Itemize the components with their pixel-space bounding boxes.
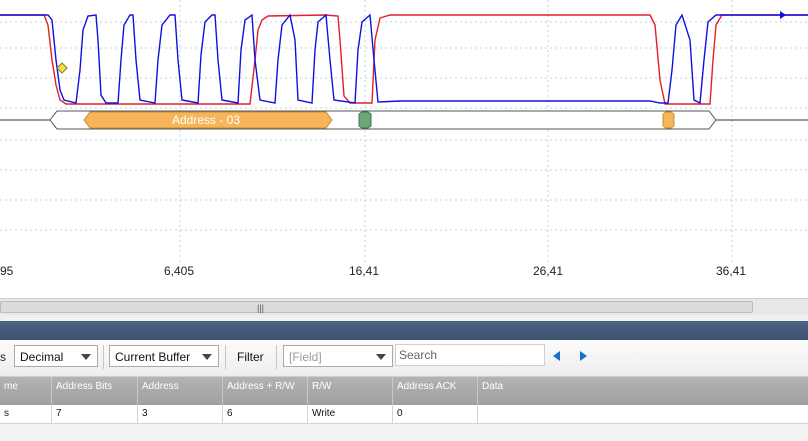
trigger-marker bbox=[56, 62, 68, 74]
column-header[interactable]: Data bbox=[478, 377, 808, 405]
table-header: me Address Bits Address Address + R/W R/… bbox=[0, 377, 808, 405]
waveform-view[interactable]: Address - 03 95 6,405 16,41 26,41 36,41 bbox=[0, 0, 808, 298]
chevron-down-icon bbox=[376, 354, 386, 360]
table-cell: 3 bbox=[138, 405, 223, 423]
table-cell: Write bbox=[308, 405, 393, 423]
field-select[interactable]: [Field] bbox=[283, 345, 393, 367]
column-header[interactable]: me bbox=[0, 377, 52, 405]
table-cell: 6 bbox=[223, 405, 308, 423]
address-label: Address - 03 bbox=[172, 113, 240, 127]
column-header[interactable]: R/W bbox=[308, 377, 393, 405]
column-header[interactable]: Address Bits bbox=[52, 377, 138, 405]
x-tick: 26,41 bbox=[533, 264, 564, 278]
x-tick: 16,41 bbox=[349, 264, 380, 278]
filter-button[interactable]: Filter bbox=[231, 345, 270, 367]
x-tick: 6,405 bbox=[164, 264, 195, 278]
table-cell bbox=[478, 405, 808, 423]
ack-marker bbox=[358, 111, 372, 129]
blue-trace bbox=[0, 13, 808, 105]
decoder-panel-header bbox=[0, 321, 808, 340]
column-header[interactable]: Address bbox=[138, 377, 223, 405]
x-tick: 95 bbox=[0, 264, 14, 278]
buffer-select[interactable]: Current Buffer bbox=[109, 345, 219, 367]
decode-lane bbox=[0, 110, 808, 130]
grip-icon: ||| bbox=[257, 303, 265, 313]
format-select-value: Decimal bbox=[20, 350, 64, 364]
x-tick: 36,41 bbox=[716, 264, 747, 278]
grid bbox=[0, 0, 808, 262]
toolbar-separator bbox=[225, 345, 226, 369]
table-cell: 7 bbox=[52, 405, 138, 423]
decoder-toolbar: s Decimal Current Buffer Filter [Field] bbox=[0, 340, 808, 377]
horizontal-scrollbar[interactable]: ||| bbox=[0, 298, 808, 316]
chevron-down-icon bbox=[81, 354, 91, 360]
decode-results-table: me Address Bits Address Address + R/W R/… bbox=[0, 377, 808, 441]
data-marker bbox=[662, 111, 675, 129]
triangle-right-icon[interactable] bbox=[580, 351, 587, 361]
format-select[interactable]: Decimal bbox=[14, 345, 98, 367]
toolbar-separator bbox=[276, 345, 277, 369]
search-input[interactable] bbox=[395, 344, 545, 366]
table-cell: s bbox=[0, 405, 52, 423]
triangle-left-icon[interactable] bbox=[553, 351, 560, 361]
scrollbar-thumb[interactable]: ||| bbox=[0, 301, 753, 313]
column-header[interactable]: Address ACK bbox=[393, 377, 478, 405]
column-header[interactable]: Address + R/W bbox=[223, 377, 308, 405]
field-select-value: [Field] bbox=[289, 350, 322, 364]
table-row[interactable]: s 7 3 6 Write 0 bbox=[0, 405, 808, 424]
chevron-down-icon bbox=[202, 354, 212, 360]
buffer-select-value: Current Buffer bbox=[115, 350, 191, 364]
toolbar-cut-label: s bbox=[0, 350, 6, 364]
toolbar-separator bbox=[103, 345, 104, 369]
edge-marker-icon bbox=[780, 11, 786, 19]
waveform-canvas: Address - 03 bbox=[0, 0, 808, 262]
table-cell: 0 bbox=[393, 405, 478, 423]
